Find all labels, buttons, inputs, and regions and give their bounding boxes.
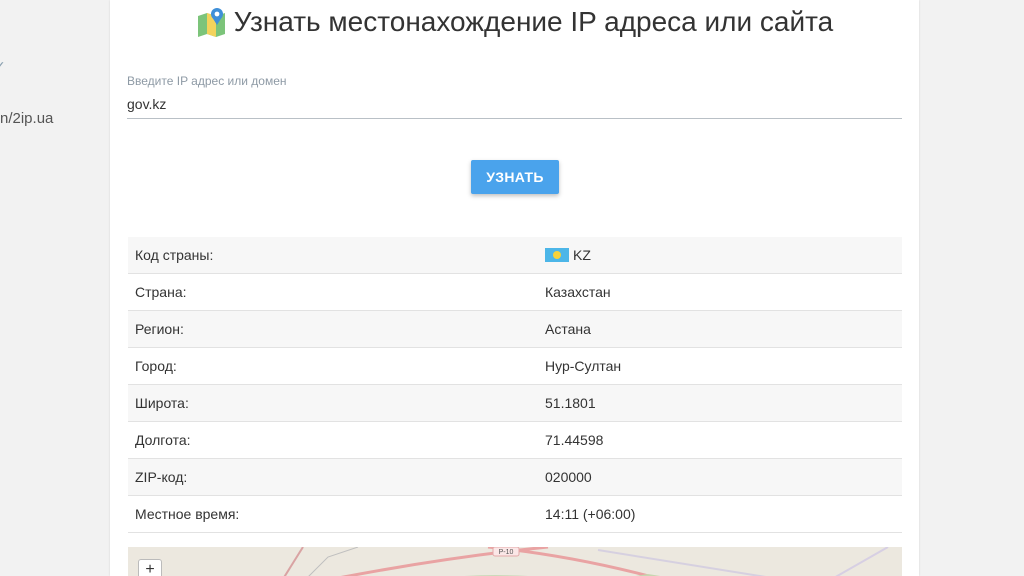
search-field-group: Введите IP адрес или домен bbox=[127, 74, 902, 119]
kazakhstan-flag-icon bbox=[545, 248, 569, 262]
result-value: 14:11 (+06:00) bbox=[545, 506, 636, 522]
result-value: 51.1801 bbox=[545, 395, 596, 411]
result-row: Местное время: 14:11 (+06:00) bbox=[128, 496, 902, 533]
result-row: Страна: Казахстан bbox=[128, 274, 902, 311]
result-key: Местное время: bbox=[135, 506, 240, 522]
left-sidebar-fragment: ✓ n/2ip.ua bbox=[0, 0, 110, 576]
sidebar-link[interactable]: n/2ip.ua bbox=[0, 110, 53, 127]
result-value: Нур-Султан bbox=[545, 358, 622, 374]
result-value: KZ bbox=[573, 247, 591, 263]
result-key: ZIP-код: bbox=[135, 469, 188, 485]
result-row: Широта: 51.1801 bbox=[128, 385, 902, 422]
lookup-button[interactable]: УЗНАТЬ bbox=[471, 160, 559, 194]
page-title: Узнать местонахождение IP адреса или сай… bbox=[110, 6, 919, 38]
result-row: Долгота: 71.44598 bbox=[128, 422, 902, 459]
chevron-icon: ✓ bbox=[0, 58, 6, 75]
result-value: 020000 bbox=[545, 469, 592, 485]
result-value-cell: Астана bbox=[545, 321, 591, 337]
result-row: Код страны: KZ bbox=[128, 237, 902, 274]
result-key: Широта: bbox=[135, 395, 189, 411]
result-value-cell: KZ bbox=[545, 247, 591, 263]
result-value-cell: Нур-Султан bbox=[545, 358, 621, 374]
result-value-cell: Казахстан bbox=[545, 284, 611, 300]
result-key: Страна: bbox=[135, 284, 187, 300]
result-value: Казахстан bbox=[545, 284, 611, 300]
page-title-text: Узнать местонахождение IP адреса или сай… bbox=[233, 6, 834, 37]
result-row: Город: Нур-Султан bbox=[128, 348, 902, 385]
main-card: Узнать местонахождение IP адреса или сай… bbox=[110, 0, 919, 576]
result-row: Регион: Астана bbox=[128, 311, 902, 348]
map-pin-icon bbox=[196, 6, 228, 38]
zoom-in-button[interactable]: + bbox=[138, 559, 162, 576]
result-value-cell: 14:11 (+06:00) bbox=[545, 506, 635, 522]
results-table: Код страны: KZ Страна: Казахстан Регион: Аста… bbox=[128, 237, 902, 533]
result-value: Астана bbox=[545, 321, 591, 337]
search-input-label: Введите IP адрес или домен bbox=[127, 74, 287, 88]
result-value-cell: 51.1801 bbox=[545, 395, 596, 411]
result-row: ZIP-код: 020000 bbox=[128, 459, 902, 496]
map-view[interactable]: P-10 + bbox=[128, 547, 902, 576]
road-label: P-10 bbox=[499, 549, 514, 556]
result-key: Регион: bbox=[135, 321, 184, 337]
result-value-cell: 71.44598 bbox=[545, 432, 603, 448]
search-input[interactable] bbox=[127, 94, 902, 119]
result-value: 71.44598 bbox=[545, 432, 604, 448]
result-key: Код страны: bbox=[135, 247, 214, 263]
result-key: Долгота: bbox=[135, 432, 191, 448]
result-key: Город: bbox=[135, 358, 177, 374]
result-value-cell: 020000 bbox=[545, 469, 592, 485]
